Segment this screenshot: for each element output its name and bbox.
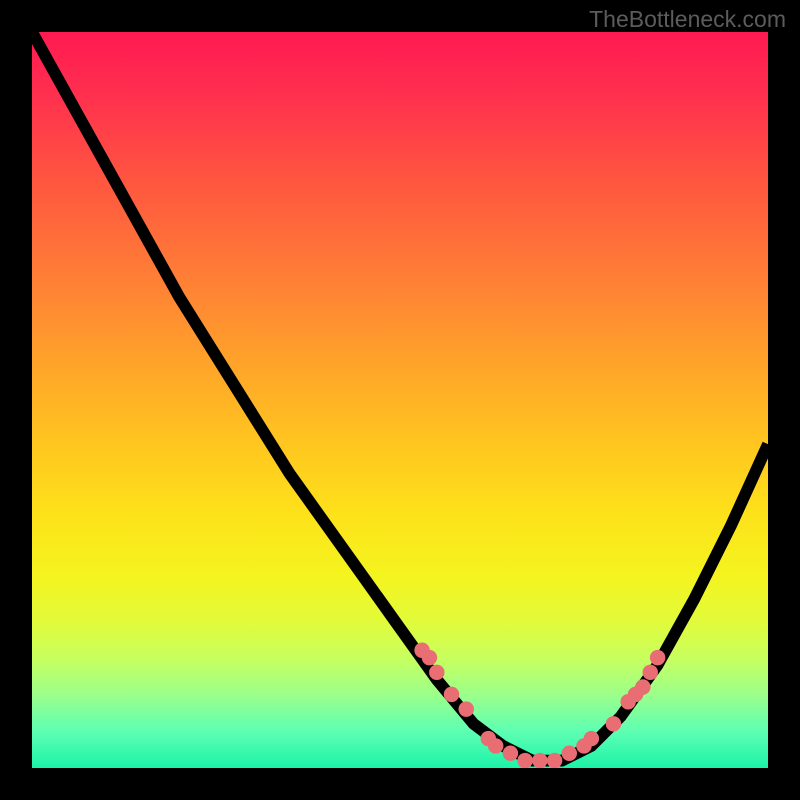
watermark-text: TheBottleneck.com [589,6,786,33]
marker-point [459,701,474,716]
marker-point [547,753,562,768]
bottleneck-curve [32,32,768,768]
marker-point [650,650,665,665]
marker-point [635,679,650,694]
marker-point [444,687,459,702]
marker-point [488,738,503,753]
marker-point [562,746,577,761]
marker-point [503,746,518,761]
chart-frame: TheBottleneck.com [0,0,800,800]
marker-point [606,716,621,731]
marker-point [532,753,547,768]
marker-point [422,650,437,665]
plot-area [32,32,768,768]
marker-point [584,731,599,746]
marker-point [517,753,532,768]
marker-point [643,665,658,680]
marker-point [429,665,444,680]
